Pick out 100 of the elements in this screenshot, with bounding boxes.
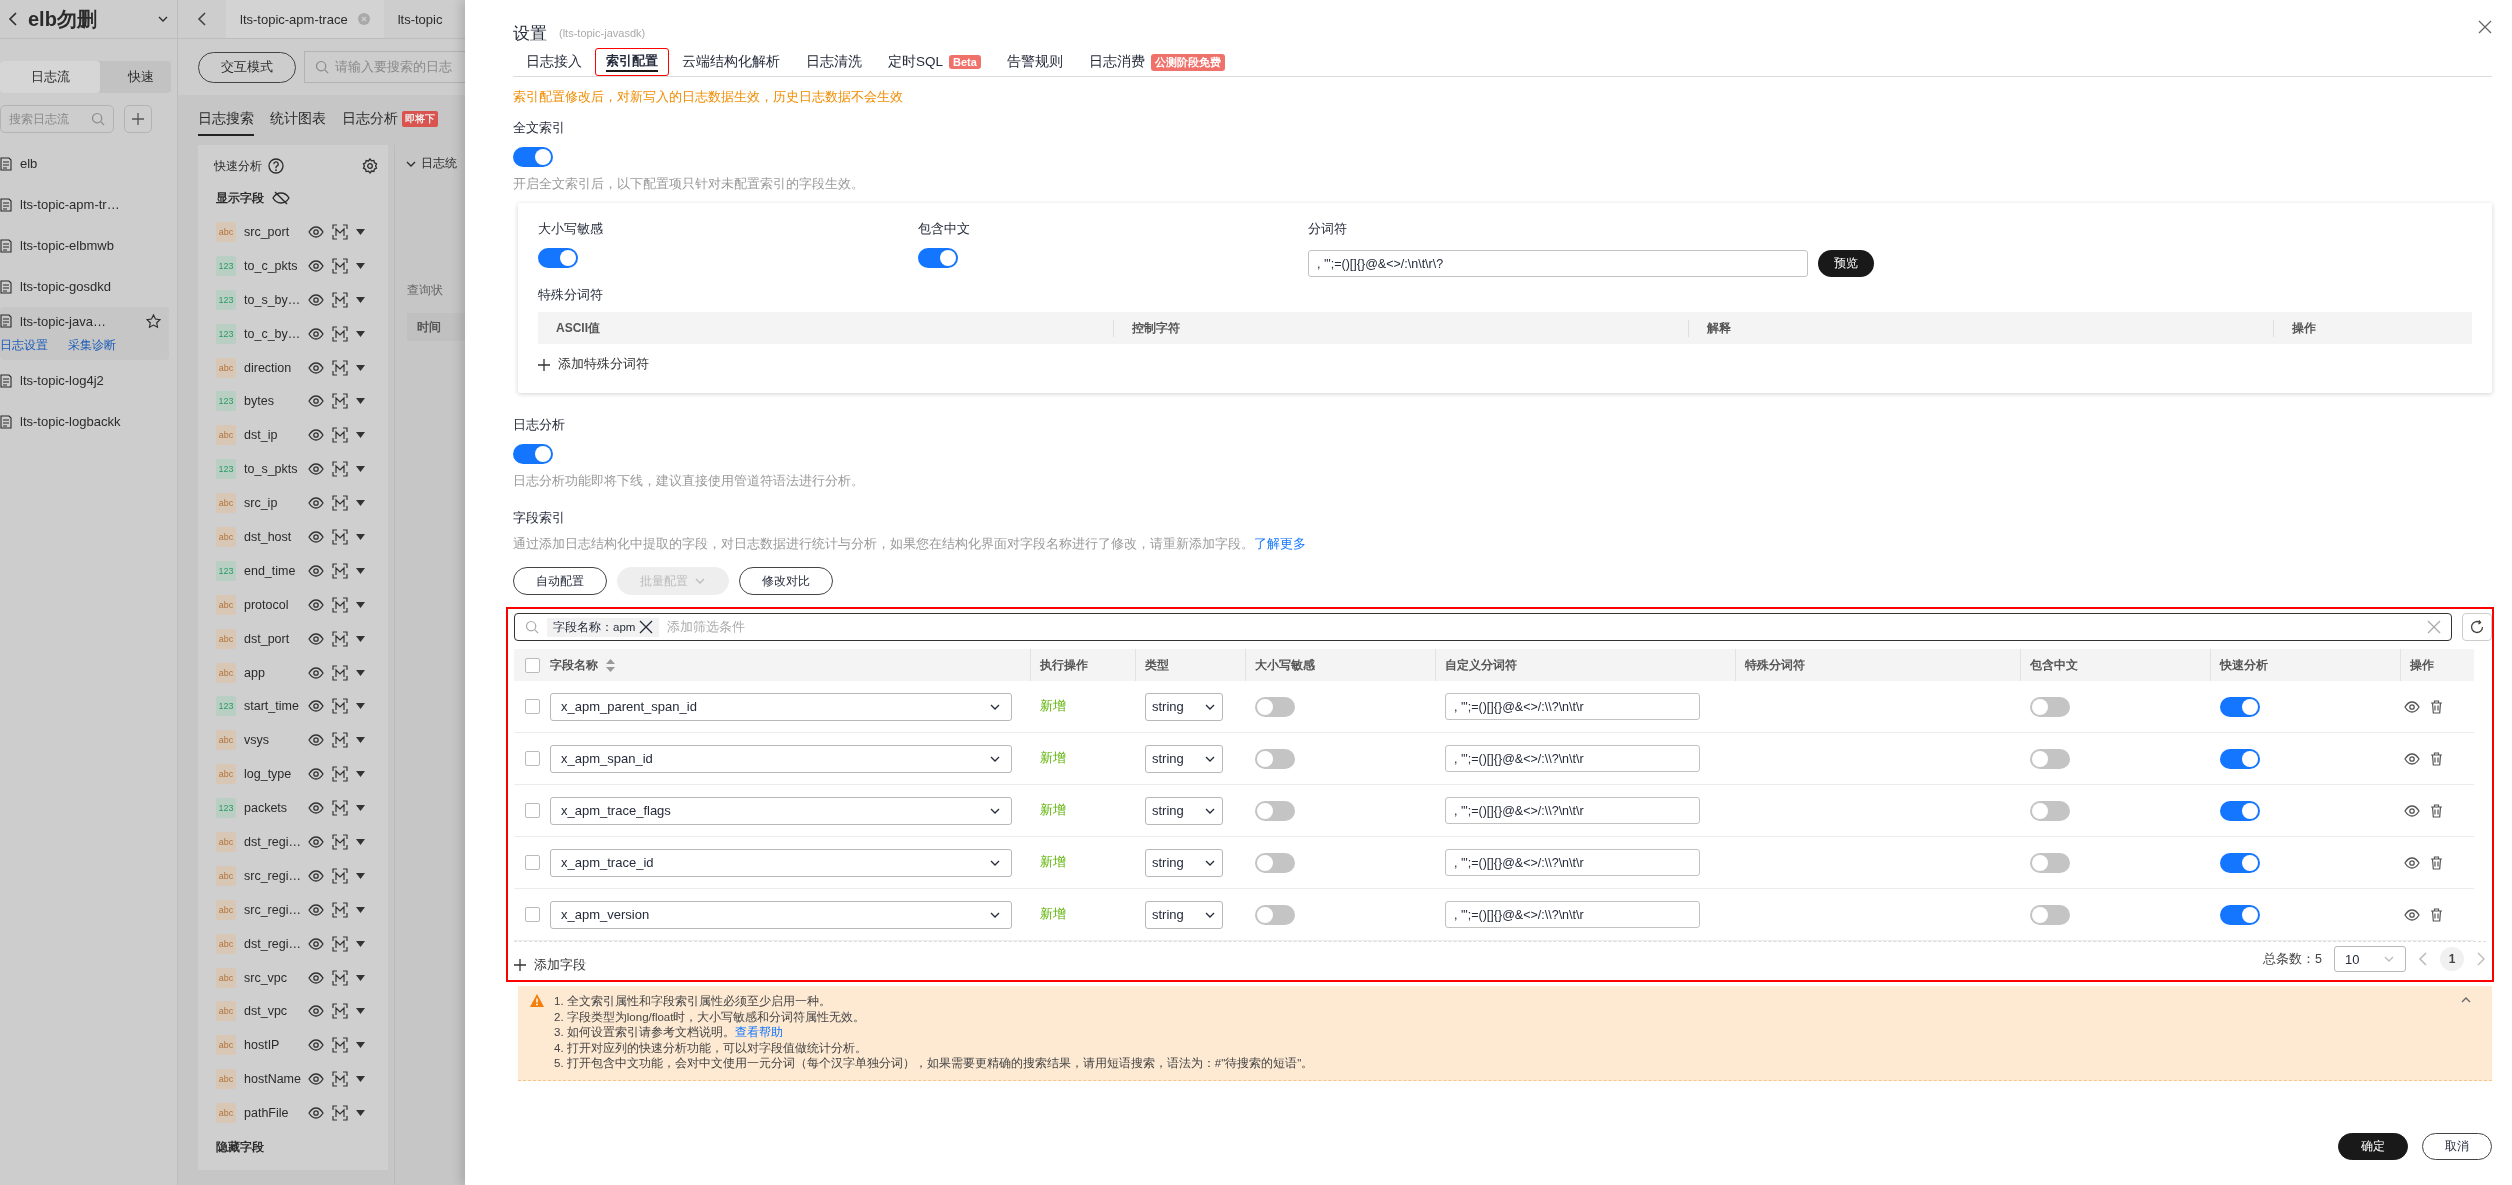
toggle-switch[interactable]	[1255, 852, 1295, 873]
caret-icon[interactable]	[356, 703, 365, 710]
field-select[interactable]: x_apm_parent_span_id	[550, 692, 1012, 721]
caret-icon[interactable]	[356, 500, 365, 507]
toggle-switch[interactable]	[2030, 800, 2070, 821]
toggle-switch[interactable]	[1255, 800, 1295, 821]
scan-icon[interactable]	[332, 630, 348, 647]
caret-icon[interactable]	[356, 906, 365, 913]
eye-icon[interactable]	[308, 1005, 324, 1018]
caret-icon[interactable]	[356, 533, 365, 540]
segment-tab[interactable]: 快速	[100, 61, 154, 93]
log-stream-item[interactable]: elb	[0, 143, 177, 184]
checkbox[interactable]	[525, 855, 540, 870]
tab[interactable]: 统计图表	[270, 104, 326, 136]
delete-icon[interactable]	[2430, 751, 2443, 766]
toggle-switch[interactable]	[2030, 852, 2070, 873]
link[interactable]: 采集诊断	[68, 336, 116, 354]
scan-icon[interactable]	[332, 291, 348, 308]
delete-icon[interactable]	[2430, 803, 2443, 818]
scan-icon[interactable]	[332, 698, 348, 715]
tab[interactable]: 定时SQL Beta	[875, 48, 994, 76]
scan-icon[interactable]	[332, 325, 348, 342]
caret-icon[interactable]	[356, 838, 365, 845]
help-icon[interactable]	[268, 158, 284, 174]
toggle-switch[interactable]	[2030, 904, 2070, 925]
eye-icon[interactable]	[308, 666, 324, 679]
tab[interactable]: 云端结构化解析	[669, 48, 793, 76]
scan-icon[interactable]	[332, 257, 348, 274]
add-link[interactable]: 添加字段	[514, 956, 586, 974]
view-icon[interactable]	[2404, 856, 2420, 869]
toolbar-button[interactable]: 修改对比	[739, 567, 833, 595]
eye-icon[interactable]	[308, 497, 324, 510]
eye-icon[interactable]	[308, 1107, 324, 1120]
eye-icon[interactable]	[308, 835, 324, 848]
filter-field[interactable]: 字段名称：apm 添加筛选条件	[514, 613, 2452, 641]
checkbox[interactable]	[525, 657, 540, 673]
type-select[interactable]: string	[1145, 744, 1223, 773]
checkbox[interactable]	[525, 803, 540, 818]
tab[interactable]: 索引配置	[595, 48, 669, 76]
scan-icon[interactable]	[332, 1071, 348, 1088]
eye-icon[interactable]	[308, 463, 324, 476]
learn-more-link[interactable]: 了解更多	[1254, 537, 1306, 551]
delimiter-field[interactable]: , '";=()[]{}@&<>/:\\?\n\t\r	[1445, 901, 1700, 928]
close-icon[interactable]	[2478, 20, 2492, 34]
caret-icon[interactable]	[356, 1110, 365, 1117]
segment-tab[interactable]: 日志流	[0, 61, 100, 93]
scan-icon[interactable]	[332, 935, 348, 952]
delimiter-field[interactable]: , '";=()[]{}@&<>/:\\?\n\t\r	[1445, 745, 1700, 772]
toggle-switch[interactable]	[2030, 696, 2070, 717]
caret-icon[interactable]	[356, 432, 365, 439]
caret-icon[interactable]	[356, 669, 365, 676]
caret-icon[interactable]	[356, 364, 365, 371]
caret-icon[interactable]	[356, 228, 365, 235]
page-size-select[interactable]: 10	[2334, 946, 2406, 972]
log-stream-item[interactable]: lts-topic-gosdkd	[0, 266, 177, 307]
caret-icon[interactable]	[356, 1042, 365, 1049]
eye-icon[interactable]	[308, 903, 324, 916]
scan-icon[interactable]	[332, 596, 348, 613]
toggle-switch[interactable]	[2030, 748, 2070, 769]
view-icon[interactable]	[2404, 804, 2420, 817]
toggle-switch[interactable]	[513, 444, 553, 464]
scan-icon[interactable]	[332, 461, 348, 478]
caret-icon[interactable]	[356, 466, 365, 473]
caret-icon[interactable]	[356, 974, 365, 981]
checkbox[interactable]	[525, 907, 540, 922]
eye-icon[interactable]	[308, 700, 324, 713]
toggle-switch[interactable]	[2220, 800, 2260, 821]
type-select[interactable]: string	[1145, 848, 1223, 877]
toggle-switch[interactable]	[2220, 904, 2260, 925]
star-icon[interactable]	[146, 313, 161, 329]
scan-icon[interactable]	[332, 766, 348, 783]
link[interactable]: 日志设置	[0, 336, 48, 354]
caret-icon[interactable]	[356, 262, 365, 269]
log-stream-item[interactable]: lts-topic-log4j2	[0, 360, 177, 401]
type-select[interactable]: string	[1145, 796, 1223, 825]
eye-icon[interactable]	[308, 327, 324, 340]
delimiter-field[interactable]: , '";=()[]{}@&<>/:\n\t\r\?	[1308, 250, 1808, 277]
eye-slash-icon[interactable]	[272, 191, 290, 205]
caret-icon[interactable]	[356, 872, 365, 879]
caret-icon[interactable]	[356, 330, 365, 337]
type-select[interactable]: string	[1145, 692, 1223, 721]
toggle-switch[interactable]	[538, 248, 578, 268]
refresh-button[interactable]	[2462, 613, 2492, 641]
scan-icon[interactable]	[332, 800, 348, 817]
log-stream-item[interactable]: lts-topic-java… 日志设置 采集诊断	[0, 307, 169, 360]
toggle-switch[interactable]	[1255, 904, 1295, 925]
tab[interactable]: 日志清洗	[793, 48, 875, 76]
log-stream-item[interactable]: lts-topic-elbmwb	[0, 225, 177, 266]
eye-icon[interactable]	[308, 293, 324, 306]
eye-icon[interactable]	[308, 259, 324, 272]
caret-icon[interactable]	[356, 771, 365, 778]
scan-icon[interactable]	[332, 732, 348, 749]
eye-icon[interactable]	[308, 395, 324, 408]
caret-icon[interactable]	[356, 601, 365, 608]
eye-icon[interactable]	[308, 598, 324, 611]
tab[interactable]: lts-topic-apm-trace	[226, 0, 384, 38]
delimiter-field[interactable]: , '";=()[]{}@&<>/:\\?\n\t\r	[1445, 797, 1700, 824]
eye-icon[interactable]	[308, 768, 324, 781]
scan-icon[interactable]	[332, 1037, 348, 1054]
caret-icon[interactable]	[356, 940, 365, 947]
